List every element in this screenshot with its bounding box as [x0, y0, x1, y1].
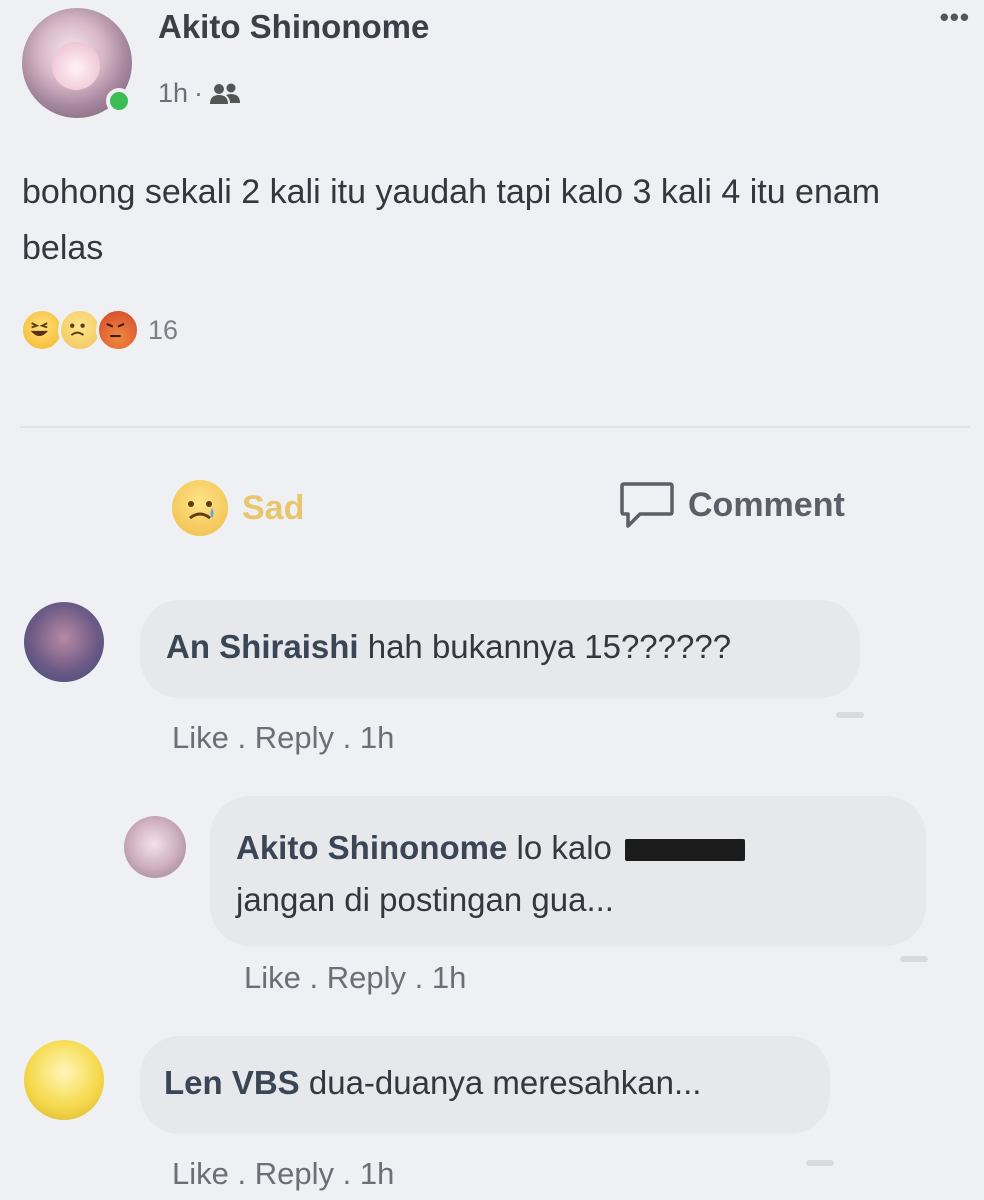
reply-text-start: lo kalo [516, 829, 612, 866]
like-link[interactable]: Like [244, 960, 301, 995]
comment-button-label: Comment [688, 485, 845, 524]
sad-button-label: Sad [242, 488, 305, 527]
reply-link[interactable]: Reply [327, 960, 406, 995]
more-horizontal-icon[interactable]: ••• [940, 2, 970, 33]
commenter-avatar[interactable] [24, 1040, 104, 1120]
comment-actions: Like . Reply . 1h [172, 720, 394, 756]
reaction-placeholder-icon [900, 956, 928, 962]
angry-reaction-icon [96, 308, 140, 352]
meta-separator: · [194, 78, 204, 108]
reaction-placeholder-icon [836, 712, 864, 718]
commenter-avatar[interactable] [24, 602, 104, 682]
sad-emoji-icon [172, 480, 228, 536]
reaction-count: 16 [148, 314, 179, 345]
comment-text: dua-duanya meresahkan... [308, 1064, 702, 1101]
commenter-name[interactable]: An Shiraishi [166, 628, 359, 665]
post-author-name[interactable]: Akito Shinonome [158, 8, 429, 46]
comment-time: 1h [359, 1156, 395, 1191]
like-link[interactable]: Like [172, 720, 229, 755]
reply-author-avatar[interactable] [124, 816, 186, 878]
action-separator: . [309, 960, 319, 995]
reaction-placeholder-icon [806, 1160, 834, 1166]
post-meta: 1h · [158, 78, 241, 109]
action-separator: . [342, 1156, 352, 1191]
reply-link[interactable]: Reply [255, 720, 334, 755]
action-separator: . [237, 720, 247, 755]
action-separator: . [342, 720, 352, 755]
post-time[interactable]: 1h [158, 78, 188, 109]
comment-text: hah bukannya 15?????? [367, 628, 732, 665]
reply-author-name[interactable]: Akito Shinonome [236, 829, 507, 866]
comment-time: 1h [431, 960, 467, 995]
comment-icon [620, 482, 674, 528]
comment-content: An Shiraishi hah bukannya 15?????? [166, 628, 731, 666]
action-separator: . [237, 1156, 247, 1191]
reply-text-end: jangan di postingan gua... [236, 881, 614, 918]
divider [20, 426, 970, 428]
reply-content: Akito Shinonome lo kalo jangan di postin… [236, 822, 896, 926]
online-status-indicator [106, 88, 132, 114]
post-body: bohong sekali 2 kali itu yaudah tapi kal… [22, 173, 881, 267]
commenter-name[interactable]: Len VBS [164, 1064, 300, 1101]
comment-actions: Like . Reply . 1h [172, 1156, 394, 1192]
reaction-summary[interactable]: 16 [20, 308, 178, 352]
reply-actions: Like . Reply . 1h [244, 960, 466, 996]
comment-content: Len VBS dua-duanya meresahkan... [164, 1064, 701, 1102]
like-link[interactable]: Like [172, 1156, 229, 1191]
friends-icon [210, 83, 241, 104]
avatar-face [52, 42, 100, 90]
comment-button[interactable]: Comment [618, 480, 845, 530]
comment-time: 1h [359, 720, 395, 755]
sad-reaction-button[interactable]: Sad [172, 480, 304, 536]
action-separator: . [414, 960, 424, 995]
redaction-bar [625, 839, 746, 862]
reply-link[interactable]: Reply [255, 1156, 334, 1191]
